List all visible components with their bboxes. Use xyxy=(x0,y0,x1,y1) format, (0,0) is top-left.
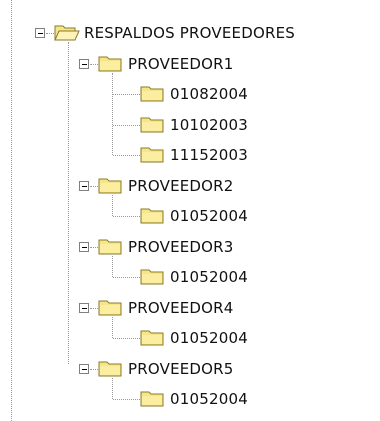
folder-icon xyxy=(140,83,166,103)
minus-icon xyxy=(82,63,87,65)
tree-connector xyxy=(113,216,140,217)
tree-connector xyxy=(90,246,98,248)
folder-open-icon xyxy=(54,22,80,42)
minus-icon xyxy=(38,33,43,34)
collapse-toggle[interactable] xyxy=(79,363,89,374)
tree-node-label[interactable]: 01052004 xyxy=(170,207,248,225)
minus-icon xyxy=(82,185,87,187)
collapse-toggle[interactable] xyxy=(79,180,89,191)
tree-connector xyxy=(90,63,98,65)
collapse-toggle[interactable] xyxy=(79,241,89,252)
tree-connector xyxy=(90,368,98,370)
folder-icon xyxy=(98,358,124,378)
tree-node-label[interactable]: 10102003 xyxy=(170,116,248,134)
tree-node-label[interactable]: 01052004 xyxy=(170,329,248,347)
tree-connector xyxy=(46,33,54,34)
folder-icon xyxy=(140,327,166,347)
tree-node-label[interactable]: 01052004 xyxy=(170,390,248,408)
minus-icon xyxy=(82,307,87,309)
collapse-toggle[interactable] xyxy=(79,302,89,313)
folder-icon xyxy=(140,114,166,134)
tree-node-label[interactable]: 01082004 xyxy=(170,85,248,103)
folder-icon xyxy=(98,175,124,195)
tree-connector xyxy=(113,399,140,400)
tree-node-label[interactable]: 01052004 xyxy=(170,268,248,286)
tree-node-label[interactable]: PROVEEDOR5 xyxy=(128,360,234,378)
folder-icon xyxy=(140,266,166,286)
tree-node-label[interactable]: 11152003 xyxy=(170,146,248,164)
tree-connector xyxy=(90,185,98,187)
tree-node-label[interactable]: PROVEEDOR3 xyxy=(128,238,234,256)
folder-tree: RESPALDOS PROVEEDORES PROVEEDOR1 01082004 1… xyxy=(0,0,380,421)
collapse-toggle[interactable] xyxy=(35,28,45,38)
minus-icon xyxy=(82,246,87,248)
tree-connector xyxy=(68,42,69,364)
folder-icon xyxy=(140,144,166,164)
tree-connector xyxy=(113,94,140,95)
tree-connector xyxy=(112,316,113,338)
folder-icon xyxy=(140,205,166,225)
tree-connector xyxy=(113,124,140,126)
folder-icon xyxy=(98,297,124,317)
tree-node-label[interactable]: PROVEEDOR1 xyxy=(128,55,234,73)
folder-icon xyxy=(98,53,124,73)
tree-node-label[interactable]: PROVEEDOR4 xyxy=(128,299,234,317)
tree-node-label[interactable]: PROVEEDOR2 xyxy=(128,177,234,195)
tree-guide-line xyxy=(11,0,12,421)
tree-connector xyxy=(112,255,113,277)
tree-connector xyxy=(113,338,140,339)
tree-connector xyxy=(90,307,98,309)
tree-node-label[interactable]: RESPALDOS PROVEEDORES xyxy=(84,24,295,42)
tree-connector xyxy=(112,194,113,216)
tree-connector xyxy=(112,72,113,155)
folder-icon xyxy=(98,236,124,256)
tree-connector xyxy=(112,377,113,399)
folder-icon xyxy=(140,388,166,408)
minus-icon xyxy=(82,368,87,370)
tree-connector xyxy=(113,277,140,278)
tree-connector xyxy=(113,155,140,156)
collapse-toggle[interactable] xyxy=(79,58,89,69)
